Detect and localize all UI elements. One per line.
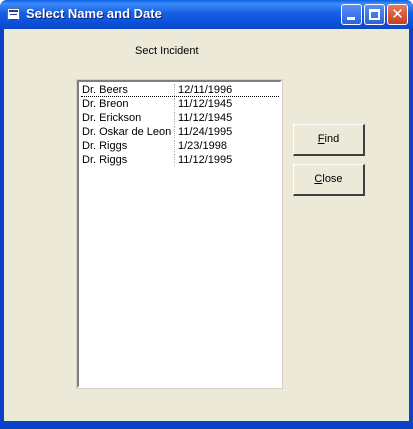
app-window: Select Name and Date ✕ Sect Incident Dr.… <box>0 0 413 429</box>
list-item[interactable]: Dr. Oskar de Leon 11/24/1995 <box>81 125 279 139</box>
maximize-button[interactable] <box>364 4 385 25</box>
list-item-date: 11/24/1995 <box>178 126 233 138</box>
list-item-name: Dr. Riggs <box>82 140 128 152</box>
maximize-icon <box>369 9 380 20</box>
close-icon: ✕ <box>391 5 404 23</box>
form-heading: Sect Incident <box>135 45 199 57</box>
list-item-name: Dr. Erickson <box>82 112 142 124</box>
list-item-name: Dr. Riggs <box>82 154 128 166</box>
column-divider <box>174 112 175 124</box>
find-label: ind <box>324 133 340 145</box>
minimize-button[interactable] <box>341 4 362 25</box>
column-divider <box>174 98 175 110</box>
list-item-date: 11/12/1945 <box>178 112 233 124</box>
window-title: Select Name and Date <box>26 6 162 21</box>
list-item-name: Dr. Oskar de Leon <box>82 126 172 138</box>
column-divider <box>174 154 175 166</box>
window-bottom-border <box>0 421 413 429</box>
list-item-name: Dr. Breon <box>82 98 129 110</box>
list-item[interactable]: Dr. Breon 11/12/1945 <box>81 97 279 111</box>
name-date-listbox[interactable]: Dr. Beers 12/11/1996 Dr. Breon 11/12/194… <box>76 79 283 389</box>
list-item-name: Dr. Beers <box>82 84 128 96</box>
list-item[interactable]: Dr. Erickson 11/12/1945 <box>81 111 279 125</box>
close-label: lose <box>322 173 343 185</box>
close-button[interactable]: Close <box>293 164 365 196</box>
list-item-date: 11/12/1945 <box>178 98 233 110</box>
list-item-date: 12/11/1996 <box>178 84 233 96</box>
list-item[interactable]: Dr. Riggs 1/23/1998 <box>81 139 279 153</box>
find-mnemonic: F <box>317 133 325 145</box>
list-item-date: 1/23/1998 <box>178 140 227 152</box>
find-button[interactable]: Find <box>293 124 365 156</box>
form-icon[interactable] <box>7 8 20 20</box>
close-window-button[interactable]: ✕ <box>387 4 408 25</box>
minimize-icon <box>347 17 355 20</box>
form-body: Sect Incident Dr. Beers 12/11/1996 Dr. B… <box>4 29 409 421</box>
list-item[interactable]: Dr. Beers 12/11/1996 <box>81 83 279 97</box>
column-divider <box>174 126 175 138</box>
column-divider <box>174 84 175 96</box>
list-item-date: 11/12/1995 <box>178 154 233 166</box>
column-divider <box>174 140 175 152</box>
list-item[interactable]: Dr. Riggs 11/12/1995 <box>81 153 279 167</box>
title-bar[interactable]: Select Name and Date ✕ <box>0 0 413 29</box>
